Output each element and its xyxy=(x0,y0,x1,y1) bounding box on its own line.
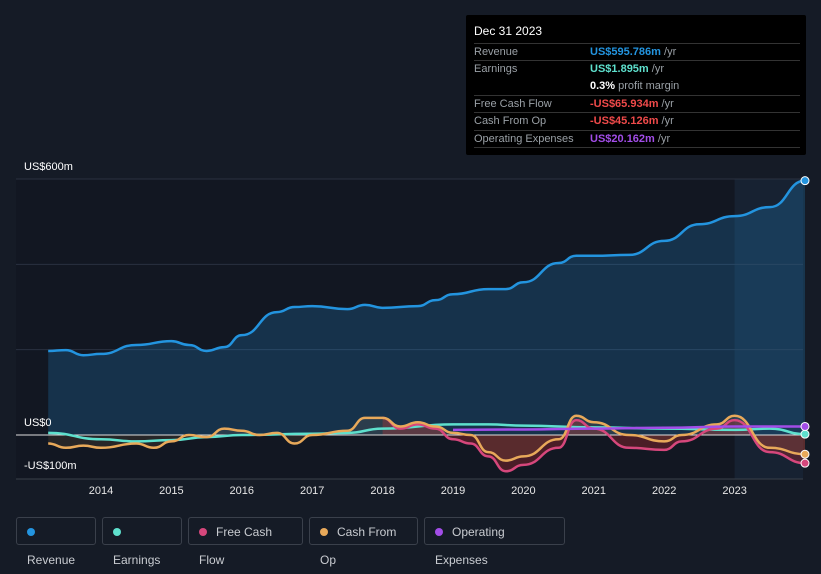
tooltip-row: Free Cash Flow -US$65.934m /yr xyxy=(474,94,800,113)
x-tick-label: 2016 xyxy=(229,485,255,497)
tooltip: Dec 31 2023 Revenue US$595.786m /yr Earnin… xyxy=(466,15,806,155)
x-tick-label: 2019 xyxy=(440,485,466,497)
tooltip-row: Operating Expenses US$20.162m /yr xyxy=(474,129,800,148)
tooltip-divider xyxy=(474,146,800,165)
x-tick-label: 2015 xyxy=(159,485,184,497)
legend-dot-icon xyxy=(27,528,35,536)
x-tick-label: 2020 xyxy=(511,485,536,497)
tooltip-value: -US$65.934m /yr xyxy=(590,96,674,113)
end-point-free-cash-flow[interactable] xyxy=(800,458,810,468)
legend-dot-icon xyxy=(113,528,121,536)
tooltip-row: Cash From Op -US$45.126m /yr xyxy=(474,112,800,130)
tooltip-value: US$20.162m /yr xyxy=(590,131,670,148)
tooltip-label: Revenue xyxy=(474,46,519,58)
tooltip-unit: /yr xyxy=(658,115,674,128)
tooltip-value: US$595.786m /yr xyxy=(590,44,676,61)
y-label-top: US$600m xyxy=(24,161,73,173)
tooltip-value-number: -US$45.126m xyxy=(590,115,659,128)
legend-item-free-cash-flow[interactable]: Free Cash Flow xyxy=(188,517,303,567)
tooltip-value: US$1.895m /yr xyxy=(590,61,664,78)
tooltip-unit: /yr xyxy=(648,63,664,76)
legend-item-cash-from-op[interactable]: Cash From Op xyxy=(309,517,418,567)
legend-label: Revenue xyxy=(27,553,76,567)
tooltip-row: Revenue US$595.786m /yr xyxy=(474,43,800,61)
tooltip-value-number: US$20.162m xyxy=(590,132,655,145)
x-tick-label: 2018 xyxy=(370,485,395,497)
legend-label: Earnings xyxy=(113,553,161,567)
end-point-operating-expenses[interactable] xyxy=(800,421,810,431)
tooltip-label: Cash From Op xyxy=(474,115,547,128)
tooltip-unit: /yr xyxy=(658,97,674,110)
legend-item-operating-expenses[interactable]: Operating Expenses xyxy=(424,517,565,567)
y-label-zero: US$0 xyxy=(24,417,52,429)
legend-dot-icon xyxy=(320,528,328,536)
x-tick-label: 2022 xyxy=(651,485,677,497)
tooltip-unit: /yr xyxy=(660,46,677,58)
tooltip-unit: /yr xyxy=(654,132,671,145)
tooltip-row: Earnings US$1.895m /yr xyxy=(474,60,800,78)
end-point-cash-from-op[interactable] xyxy=(800,449,810,459)
y-label-bottom: -US$100m xyxy=(24,460,77,472)
tooltip-value: -US$45.126m /yr xyxy=(590,113,674,130)
legend-dot-icon xyxy=(435,528,443,536)
x-tick-label: 2014 xyxy=(88,485,114,497)
legend-dot-icon xyxy=(199,528,207,536)
legend-item-earnings[interactable]: Earnings xyxy=(102,517,182,567)
tooltip-label: Operating Expenses xyxy=(474,132,574,145)
tooltip-label: Free Cash Flow xyxy=(474,97,552,110)
legend-item-revenue[interactable]: Revenue xyxy=(16,517,96,567)
tooltip-value-number: -US$65.934m xyxy=(590,97,659,110)
tooltip-label: Earnings xyxy=(474,63,518,76)
tooltip-value-number: 0.3% xyxy=(590,79,616,92)
tooltip-unit: profit margin xyxy=(615,79,680,92)
tooltip-row: 0.3% profit margin xyxy=(474,78,800,95)
x-tick-label: 2017 xyxy=(299,485,325,497)
tooltip-value-number: US$595.786m xyxy=(590,46,661,58)
tooltip-date: Dec 31 2023 xyxy=(474,24,543,38)
x-tick-label: 2023 xyxy=(722,485,747,497)
end-point-earnings[interactable] xyxy=(800,429,810,439)
end-point-revenue[interactable] xyxy=(800,176,810,186)
x-tick-label: 2021 xyxy=(581,485,607,497)
tooltip-value-number: US$1.895m xyxy=(590,63,649,76)
tooltip-value: 0.3% profit margin xyxy=(590,78,679,95)
